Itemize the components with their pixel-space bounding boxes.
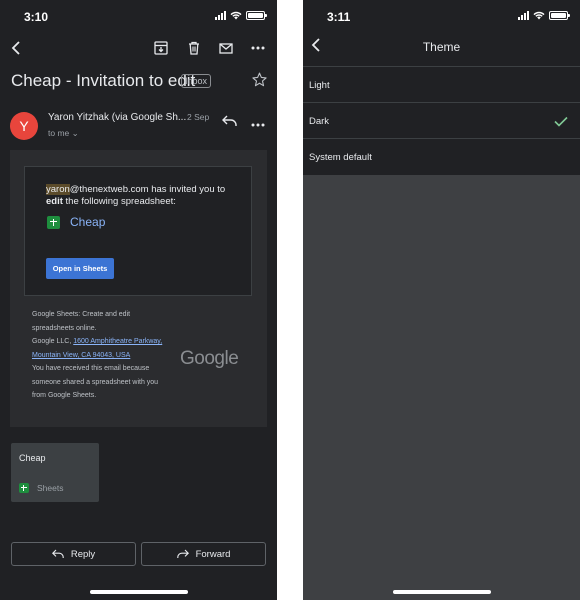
recipient-label: to me — [48, 128, 70, 138]
theme-option-light[interactable]: Light — [303, 67, 580, 103]
open-in-sheets-button[interactable]: Open in Sheets — [46, 258, 114, 279]
email-body: yaron@thenextweb.com has invited you to e… — [10, 150, 267, 427]
status-time: 3:11 — [327, 10, 351, 24]
theme-option-dark[interactable]: Dark — [303, 103, 580, 139]
inviter-domain: @thenextweb.com — [69, 184, 149, 195]
email-toolbar — [0, 38, 277, 58]
theme-settings-screen: 3:11 Theme Light Dark System default — [303, 0, 580, 600]
permission-word: edit — [46, 196, 63, 207]
forward-button[interactable]: Forward — [141, 542, 266, 566]
status-icons — [518, 11, 570, 20]
email-date: 2 Sep — [187, 112, 210, 122]
status-bar: 3:11 — [303, 0, 580, 34]
reply-button[interactable]: Reply — [11, 542, 136, 566]
delete-icon[interactable] — [184, 38, 204, 58]
subject-row: Cheap - Invitation to edit Inbox — [11, 70, 267, 94]
more-icon[interactable] — [248, 38, 268, 58]
signal-icon — [518, 11, 529, 20]
google-logo: Google — [180, 348, 239, 369]
sheets-icon — [47, 215, 60, 229]
settings-header: Theme — [303, 36, 580, 60]
more-icon[interactable] — [251, 114, 265, 132]
invite-card: yaron@thenextweb.com has invited you to e… — [24, 166, 252, 296]
footer-company: Google LLC, — [32, 338, 74, 345]
label-badge[interactable]: Inbox — [181, 74, 212, 88]
doc-name: Cheap — [70, 215, 106, 229]
wifi-icon — [533, 11, 545, 20]
home-indicator[interactable] — [89, 590, 188, 594]
battery-icon — [246, 11, 267, 20]
mail-icon[interactable] — [216, 38, 236, 58]
invite-text: yaron@thenextweb.com has invited you to e… — [46, 184, 241, 208]
footer-line: Google Sheets: Create and edit spreadshe… — [32, 311, 131, 332]
reply-icon[interactable] — [222, 114, 237, 132]
status-icons — [215, 11, 267, 20]
attachment-card[interactable]: Cheap Sheets — [11, 443, 99, 502]
back-icon[interactable] — [6, 38, 26, 58]
invite-phrase-end: the following spreadsheet: — [62, 196, 176, 207]
reply-label: Reply — [70, 548, 96, 560]
sender-row: Y Yaron Yitzhak (via Google Sh... 2 Sep … — [10, 110, 267, 144]
attachment-title: Cheap — [19, 453, 46, 463]
battery-icon — [549, 11, 570, 20]
signal-icon — [215, 11, 226, 20]
recipient-toggle[interactable]: to me ⌄ — [48, 128, 79, 139]
sender-name: Yaron Yitzhak (via Google Sh... — [48, 112, 187, 123]
avatar: Y — [10, 112, 38, 140]
email-subject: Cheap - Invitation to edit — [11, 71, 196, 90]
status-time: 3:10 — [24, 10, 49, 24]
footer-notice: You have received this email because som… — [32, 365, 159, 399]
sheets-icon — [19, 483, 29, 493]
check-icon — [554, 114, 568, 132]
option-label: Dark — [309, 116, 330, 127]
doc-link[interactable]: Cheap — [47, 215, 105, 229]
email-screen: 3:10 Cheap - Invitation to edit Inbox Y … — [0, 0, 277, 600]
option-label: System default — [309, 152, 372, 163]
inviter-user: yaron — [46, 184, 70, 195]
home-indicator[interactable] — [392, 590, 491, 594]
forward-label: Forward — [195, 548, 231, 560]
chevron-down-icon: ⌄ — [71, 128, 79, 138]
email-footer: Google Sheets: Create and edit spreadshe… — [32, 308, 172, 403]
attachment-footer: Sheets — [19, 483, 63, 493]
reply-icon — [51, 549, 64, 558]
option-label: Light — [309, 80, 330, 91]
forward-icon — [176, 549, 189, 558]
page-title: Theme — [422, 40, 461, 54]
invite-phrase: has invited you to — [148, 184, 226, 195]
theme-option-system-default[interactable]: System default — [303, 139, 580, 175]
archive-icon[interactable] — [151, 38, 171, 58]
attachment-app: Sheets — [37, 483, 64, 493]
status-bar: 3:10 — [0, 0, 277, 34]
wifi-icon — [230, 11, 242, 20]
star-icon[interactable] — [252, 72, 267, 92]
